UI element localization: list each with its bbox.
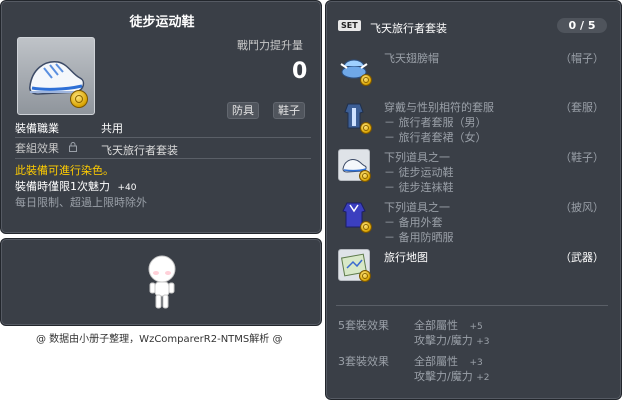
power-value: 0 [292,59,308,84]
coin-badge-icon [360,221,372,233]
tag-armor: 防具 [227,102,259,119]
tag-shoes: 鞋子 [273,102,305,119]
stat-value: +2 [476,373,490,383]
set-item-slot[interactable] [338,149,371,182]
set-item-option: － 备用外套 [384,216,443,229]
stat-name: 攻擊力/魔力 [414,334,473,347]
stat-value: +3 [469,358,483,368]
coin-badge-icon [359,270,371,282]
set-item-option: － 旅行者套服（男） [384,116,487,129]
set-item-name: 飞天翅膀帽 [384,52,439,65]
set-item-slot-type: （帽子） [560,52,604,65]
set-item-name: 下列道具之一 [384,201,450,214]
charm-limit-text: 裝備時僅限1次魅力 +40 [15,178,137,194]
set-item-slot-type: （武器） [560,251,604,264]
set-item-option: － 徒步连袜鞋 [384,181,454,194]
set-item-slot-type: （披风） [560,201,604,214]
stat-name: 攻擊力/魔力 [414,370,473,383]
set-effect-stat: 全部屬性 +3 [414,353,483,369]
coin-badge-icon [360,122,372,134]
set-item-option: － 徒步运动鞋 [384,166,454,179]
dye-note: 此裝備可進行染色。 [15,164,114,177]
set-item-name: 旅行地图 [384,251,428,264]
set-effect-value[interactable]: 飞天旅行者套装 [101,142,178,158]
power-label: 戰鬥力提升量 [237,39,303,52]
lock-icon [69,142,77,152]
coin-badge-icon [360,74,372,86]
charm-limit-value: +40 [117,183,137,193]
set-effect-stat: 攻擊力/魔力 +3 [414,332,490,348]
job-value: 共用 [101,122,123,135]
stat-name: 全部屬性 [414,355,458,368]
set-item-name: 下列道具之一 [384,151,450,164]
set-effect-tier-label: 5套裝效果 [338,319,389,332]
set-item-option: － 旅行者套裙（女） [384,131,487,144]
set-item-slot[interactable] [338,52,372,86]
item-icon-box [17,37,95,115]
item-tooltip-panel: 徒步运动鞋 戰鬥力提升量 0 防具 鞋子 裝備職業 共用 套組效果 飞天旅行者套… [0,0,322,234]
set-item-slot-type: （鞋子） [560,151,604,164]
set-item-option: － 备用防晒服 [384,231,454,244]
set-effect-tier-label: 3套裝效果 [338,355,389,368]
set-item-slot-type: （套服） [560,101,604,114]
coin-badge-icon [70,90,88,108]
stat-value: +5 [469,322,483,332]
divider [15,158,311,159]
item-name: 徒步运动鞋 [129,15,195,30]
set-effect-label: 套組效果 [15,142,59,155]
set-effect-stat: 攻擊力/魔力 +2 [414,368,490,384]
coin-badge-icon [359,170,371,182]
set-badge: SET [338,20,361,31]
daily-limit-text: 每日限制、超過上限時除外 [15,196,147,209]
job-label: 裝備職業 [15,122,59,135]
divider [15,137,311,138]
set-count: 0 / 5 [557,18,607,33]
set-item-slot[interactable] [338,199,372,233]
avatar-preview-panel [0,238,322,326]
set-item-slot[interactable] [338,100,372,134]
set-effect-stat: 全部屬性 +5 [414,317,483,333]
set-item-name: 穿戴与性别相符的套服 [384,101,494,114]
credit-text: @ 数据由小册子整理，WzComparerR2-NTMS解析 @ [36,334,283,345]
set-item-slot[interactable] [338,249,371,282]
stat-name: 全部屬性 [414,319,458,332]
stat-value: +3 [476,337,490,347]
charm-limit-label: 裝備時僅限1次魅力 [15,180,110,193]
set-name: 飞天旅行者套装 [370,22,447,35]
avatar [148,255,176,309]
divider [336,305,608,306]
